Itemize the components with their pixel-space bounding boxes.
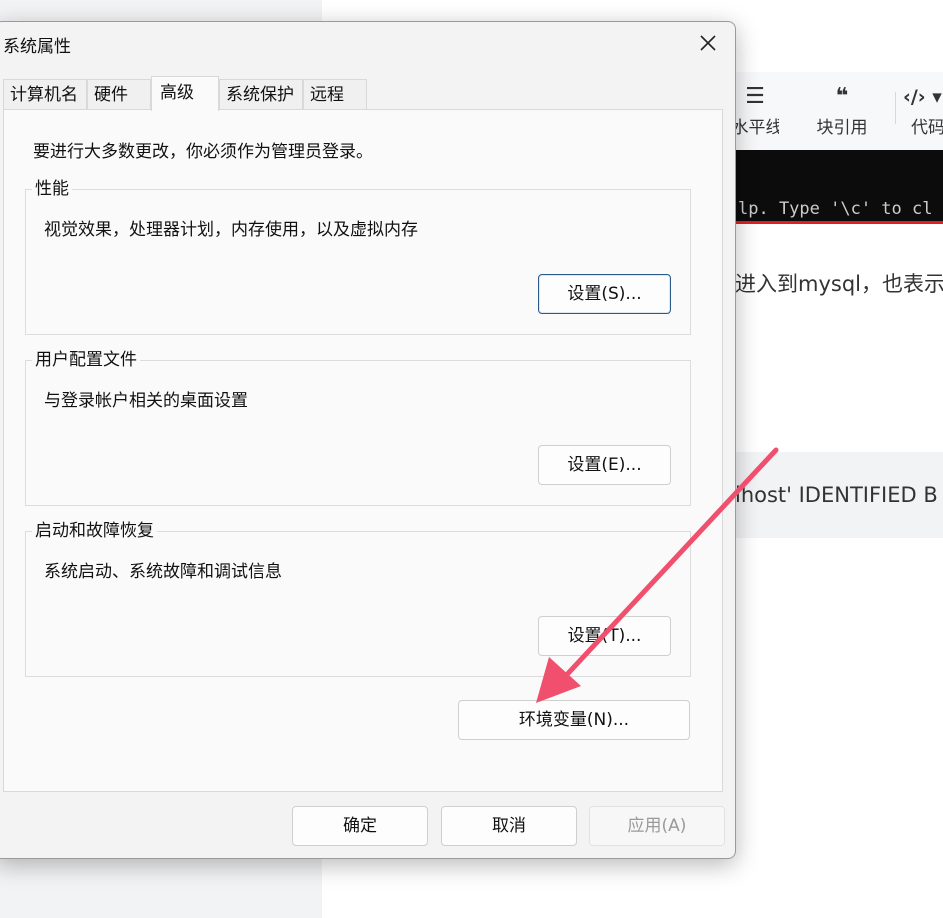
horizontal-line-label: 水平线	[735, 118, 779, 138]
tab-system-protection[interactable]: 系统保护	[219, 79, 303, 109]
console-underline	[735, 221, 943, 224]
tab-computer-name[interactable]: 计算机名	[3, 79, 87, 109]
apply-button[interactable]: 应用(A)	[589, 806, 725, 846]
user-profiles-group-title: 用户配置文件	[32, 349, 140, 371]
horizontal-line-icon: ☰	[745, 84, 765, 109]
horizontal-line-tool[interactable]: ☰ 水平线	[735, 72, 779, 150]
close-icon	[700, 35, 716, 51]
system-properties-dialog: 系统属性 计算机名 硬件 高级 系统保护 远程 要进行大多数更改，你必须作为管理…	[0, 21, 736, 859]
code-label: 代码	[911, 118, 943, 138]
code-block: lhost' IDENTIFIED B	[735, 452, 943, 538]
dialog-title: 系统属性	[3, 37, 71, 57]
startup-recovery-group-title: 启动和故障恢复	[32, 520, 157, 542]
blockquote-label: 块引用	[816, 118, 868, 138]
cancel-button[interactable]: 取消	[441, 806, 577, 846]
title-bar[interactable]: 系统属性	[0, 22, 735, 64]
user-profiles-description: 与登录帐户相关的桌面设置	[44, 391, 248, 411]
environment-variables-button[interactable]: 环境变量(N)...	[458, 700, 690, 740]
console-screenshot: lp. Type '\c' to cl	[735, 150, 943, 221]
ok-button[interactable]: 确定	[292, 806, 428, 846]
code-tool[interactable]: ‹/› ▾ 代码	[903, 72, 943, 150]
editor-toolbar: ☰ 水平线 ❝ 块引用 ‹/› ▾ 代码	[735, 72, 943, 150]
toolbar-divider	[895, 92, 896, 124]
blockquote-tool[interactable]: ❝ 块引用	[807, 72, 877, 150]
admin-notice: 要进行大多数更改，你必须作为管理员登录。	[33, 142, 373, 162]
user-profiles-settings-button[interactable]: 设置(E)...	[538, 445, 671, 485]
performance-description: 视觉效果，处理器计划，内存使用，以及虚拟内存	[44, 220, 418, 240]
code-text: lhost' IDENTIFIED B	[735, 483, 938, 507]
startup-recovery-description: 系统启动、系统故障和调试信息	[44, 562, 282, 582]
tab-remote[interactable]: 远程	[303, 79, 367, 109]
code-icon: ‹/› ▾	[903, 86, 942, 108]
startup-recovery-settings-button[interactable]: 设置(T)...	[538, 616, 671, 656]
tab-advanced[interactable]: 高级	[151, 76, 219, 111]
performance-group-title: 性能	[32, 178, 72, 200]
close-button[interactable]	[693, 31, 723, 57]
article-text: 进入到mysql，也表示	[735, 272, 943, 296]
quote-icon: ❝	[835, 84, 849, 109]
console-text: lp. Type '\c' to cl	[738, 199, 933, 219]
tab-hardware[interactable]: 硬件	[87, 79, 151, 109]
performance-settings-button[interactable]: 设置(S)...	[538, 274, 671, 314]
